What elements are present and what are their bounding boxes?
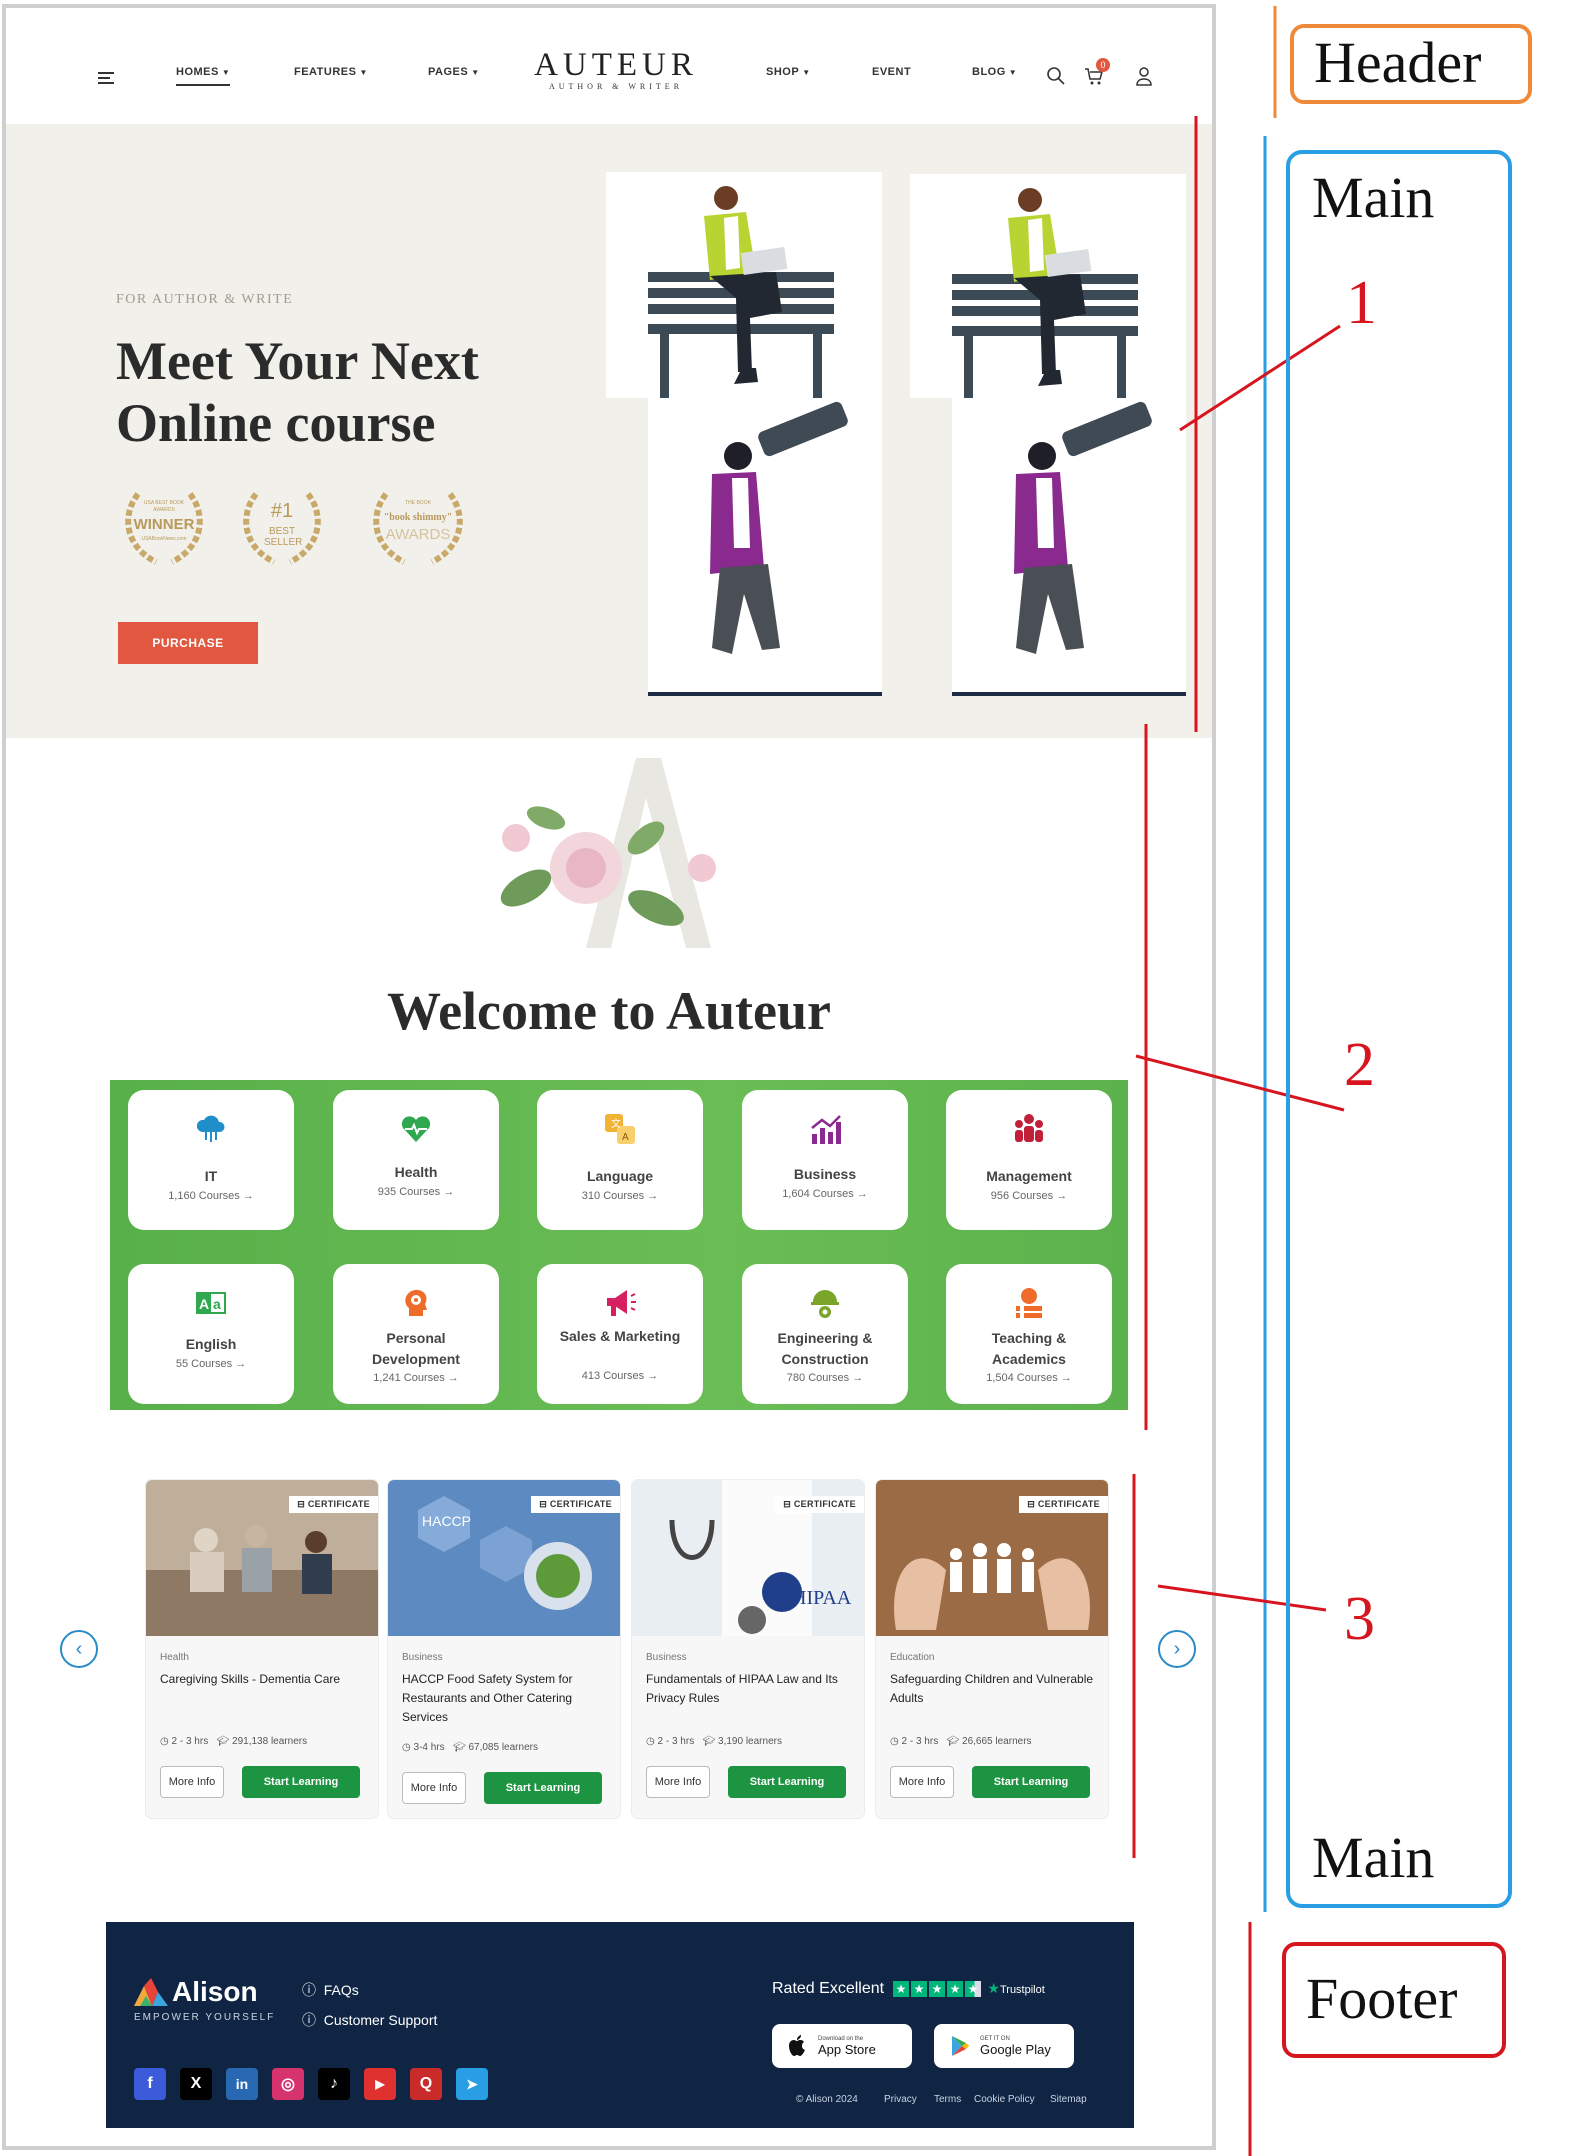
annotation-number-3: 3 <box>1344 1585 1375 1653</box>
annotation-main-label-bottom: Main <box>1292 1818 1492 1898</box>
annotation-main-label-top: Main <box>1292 158 1492 238</box>
annotation-number-2: 2 <box>1344 1031 1375 1099</box>
annotation-footer-label: Footer <box>1282 1942 1506 2058</box>
annotated-screenshot: HOMES ▼ FEATURES ▼ PAGES ▼ AUTEUR AUTHOR & … <box>0 0 1572 2156</box>
annotation-main-box <box>1286 150 1512 1908</box>
annotation-header-label: Header <box>1290 24 1532 104</box>
annotation-number-1: 1 <box>1346 269 1377 337</box>
